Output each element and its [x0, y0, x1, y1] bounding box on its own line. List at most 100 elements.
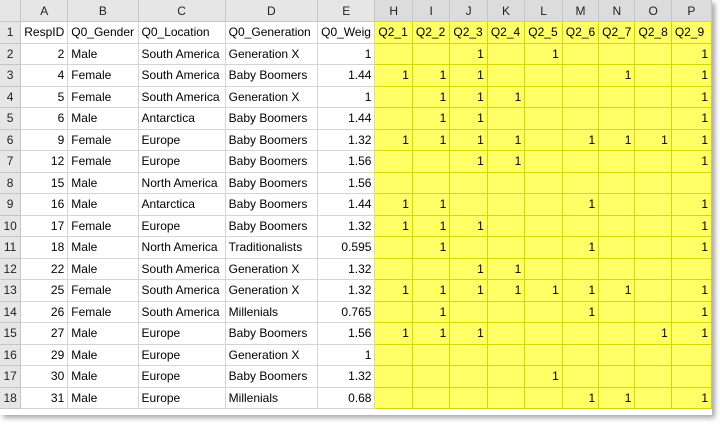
- cell[interactable]: Baby Boomers: [225, 193, 319, 216]
- column-header-b[interactable]: B: [67, 0, 139, 22]
- cell[interactable]: [524, 86, 563, 108]
- column-header-m[interactable]: M: [562, 0, 600, 22]
- cell[interactable]: Male: [67, 365, 139, 388]
- cell[interactable]: [598, 344, 636, 366]
- cell[interactable]: [634, 64, 672, 87]
- cell[interactable]: 1: [449, 150, 488, 173]
- cell[interactable]: [598, 193, 636, 216]
- cell[interactable]: [562, 322, 600, 345]
- cell[interactable]: [598, 365, 636, 388]
- row-header[interactable]: 5: [0, 107, 22, 130]
- cell[interactable]: Baby Boomers: [225, 365, 319, 388]
- cell[interactable]: [562, 64, 600, 87]
- cell[interactable]: 1: [374, 322, 413, 345]
- cell[interactable]: [374, 172, 413, 194]
- header-cell[interactable]: RespID: [20, 21, 69, 44]
- cell[interactable]: 1: [412, 129, 451, 151]
- cell[interactable]: 17: [20, 215, 69, 237]
- cell[interactable]: 1: [487, 86, 526, 108]
- cell[interactable]: [412, 258, 451, 280]
- row-header[interactable]: 4: [0, 86, 22, 108]
- cell[interactable]: 1: [562, 129, 600, 151]
- cell[interactable]: [598, 86, 636, 108]
- cell[interactable]: Antarctica: [138, 193, 226, 216]
- cell[interactable]: 30: [20, 365, 69, 388]
- cell[interactable]: Antarctica: [138, 107, 226, 130]
- cell[interactable]: 1: [449, 215, 488, 237]
- cell[interactable]: 1: [671, 236, 712, 259]
- cell[interactable]: [524, 322, 563, 345]
- row-header[interactable]: 16: [0, 344, 22, 366]
- header-cell[interactable]: Q2_9: [671, 21, 712, 44]
- cell[interactable]: Europe: [138, 215, 226, 237]
- header-cell[interactable]: Q0_Gender: [67, 21, 139, 44]
- row-header[interactable]: 9: [0, 193, 22, 216]
- cell[interactable]: [671, 365, 712, 388]
- column-header-e[interactable]: E: [317, 0, 376, 22]
- cell[interactable]: 25: [20, 279, 69, 302]
- cell[interactable]: [487, 301, 526, 323]
- cell[interactable]: [634, 215, 672, 237]
- row-header[interactable]: 17: [0, 365, 22, 388]
- cell[interactable]: 1: [412, 301, 451, 323]
- cell[interactable]: [562, 215, 600, 237]
- cell[interactable]: 1: [412, 279, 451, 302]
- row-header[interactable]: 2: [0, 43, 22, 65]
- cell[interactable]: 1.44: [317, 107, 376, 130]
- cell[interactable]: 1.44: [317, 193, 376, 216]
- cell[interactable]: [449, 301, 488, 323]
- cell[interactable]: 1.32: [317, 129, 376, 151]
- cell[interactable]: Generation X: [225, 279, 319, 302]
- cell[interactable]: Baby Boomers: [225, 129, 319, 151]
- cell[interactable]: Female: [67, 215, 139, 237]
- cell[interactable]: [487, 365, 526, 388]
- cell[interactable]: 29: [20, 344, 69, 366]
- cell[interactable]: Male: [67, 172, 139, 194]
- cell[interactable]: South America: [138, 301, 226, 323]
- cell[interactable]: 1: [524, 43, 563, 65]
- cell[interactable]: 1: [449, 107, 488, 130]
- cell[interactable]: [562, 107, 600, 130]
- cell[interactable]: [449, 193, 488, 216]
- cell[interactable]: [412, 365, 451, 388]
- cell[interactable]: [562, 258, 600, 280]
- cell[interactable]: 1: [562, 279, 600, 302]
- cell[interactable]: [524, 107, 563, 130]
- cell[interactable]: [634, 236, 672, 259]
- cell[interactable]: [634, 279, 672, 302]
- cell[interactable]: 1.44: [317, 64, 376, 87]
- cell[interactable]: [487, 43, 526, 65]
- cell[interactable]: [524, 236, 563, 259]
- cell[interactable]: 2: [20, 43, 69, 65]
- cell[interactable]: [634, 107, 672, 130]
- cell[interactable]: 1: [671, 193, 712, 216]
- cell[interactable]: Baby Boomers: [225, 172, 319, 194]
- cell[interactable]: 1: [412, 64, 451, 87]
- cell[interactable]: Male: [67, 344, 139, 366]
- cell[interactable]: 1.56: [317, 322, 376, 345]
- cell[interactable]: [412, 172, 451, 194]
- cell[interactable]: 1: [317, 43, 376, 65]
- cell[interactable]: [449, 344, 488, 366]
- cell[interactable]: Baby Boomers: [225, 64, 319, 87]
- cell[interactable]: 26: [20, 301, 69, 323]
- cell[interactable]: [524, 150, 563, 173]
- cell[interactable]: [524, 344, 563, 366]
- cell[interactable]: 15: [20, 172, 69, 194]
- row-header[interactable]: 11: [0, 236, 22, 259]
- cell[interactable]: 0.595: [317, 236, 376, 259]
- cell[interactable]: [374, 344, 413, 366]
- cell[interactable]: [634, 344, 672, 366]
- cell[interactable]: [524, 172, 563, 194]
- cell[interactable]: 1: [412, 322, 451, 345]
- cell[interactable]: [598, 301, 636, 323]
- cell[interactable]: [562, 43, 600, 65]
- cell[interactable]: 1: [412, 215, 451, 237]
- cell[interactable]: [634, 365, 672, 388]
- cell[interactable]: Europe: [138, 150, 226, 173]
- column-header-o[interactable]: O: [634, 0, 672, 22]
- cell[interactable]: 1: [374, 64, 413, 87]
- cell[interactable]: [524, 129, 563, 151]
- cell[interactable]: Baby Boomers: [225, 150, 319, 173]
- cell[interactable]: [412, 344, 451, 366]
